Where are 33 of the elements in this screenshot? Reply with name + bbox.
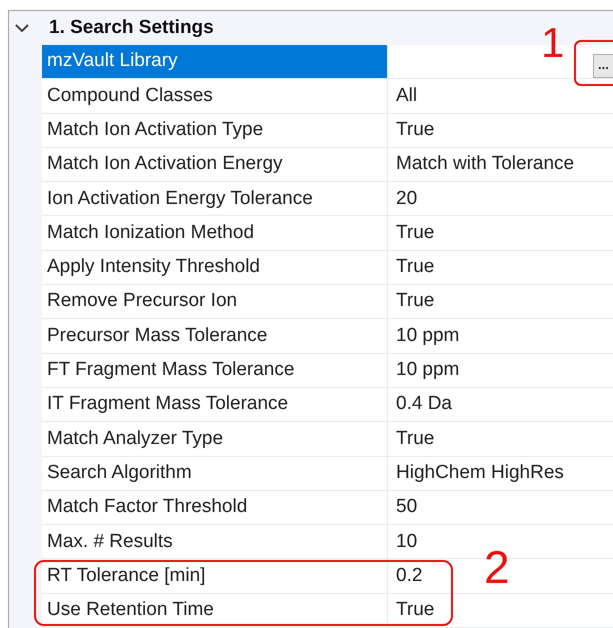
property-name[interactable]: Ion Activation Energy Tolerance	[42, 182, 387, 216]
property-value[interactable]: 10	[396, 528, 418, 556]
property-value[interactable]: True	[396, 218, 434, 248]
property-value[interactable]: 50	[396, 493, 418, 522]
callout-number: 2	[484, 544, 510, 590]
property-name[interactable]: Max. # Results	[42, 525, 387, 560]
property-value[interactable]: 0.2	[396, 562, 422, 590]
property-name[interactable]: Precursor Mass Tolerance	[42, 319, 387, 354]
property-value[interactable]: 20	[396, 184, 418, 214]
section-title: 1. Search Settings	[49, 16, 214, 40]
property-name[interactable]: IT Fragment Mass Tolerance	[42, 388, 387, 422]
property-name[interactable]: Apply Intensity Threshold	[42, 250, 387, 286]
chevron-down-icon[interactable]	[15, 23, 29, 33]
property-name[interactable]: Match Ionization Method	[42, 216, 387, 251]
property-name[interactable]: mzVault Library	[42, 45, 387, 80]
property-name[interactable]: RT Tolerance [min]	[42, 559, 387, 594]
property-value[interactable]: True	[396, 116, 434, 144]
property-value[interactable]: True	[396, 287, 434, 316]
property-value[interactable]: All	[396, 82, 418, 110]
property-value[interactable]: True	[396, 596, 434, 625]
property-name[interactable]: Match Ion Activation Energy	[42, 148, 387, 182]
property-name[interactable]: FT Fragment Mass Tolerance	[42, 354, 387, 388]
property-name[interactable]: Match Analyzer Type	[42, 422, 387, 457]
property-name[interactable]: Remove Precursor Ion	[42, 285, 387, 320]
property-value[interactable]: True	[396, 253, 434, 282]
property-name[interactable]: Compound Classes	[42, 79, 387, 114]
property-name[interactable]: Search Algorithm	[42, 456, 387, 491]
property-name[interactable]: Use Retention Time	[42, 594, 387, 628]
property-name[interactable]: Match Factor Threshold	[42, 490, 387, 526]
property-name[interactable]: Match Ion Activation Type	[42, 114, 387, 148]
callout-number: 1	[541, 22, 564, 64]
property-value[interactable]: True	[396, 424, 434, 454]
browse-button[interactable]: ...	[593, 54, 613, 78]
